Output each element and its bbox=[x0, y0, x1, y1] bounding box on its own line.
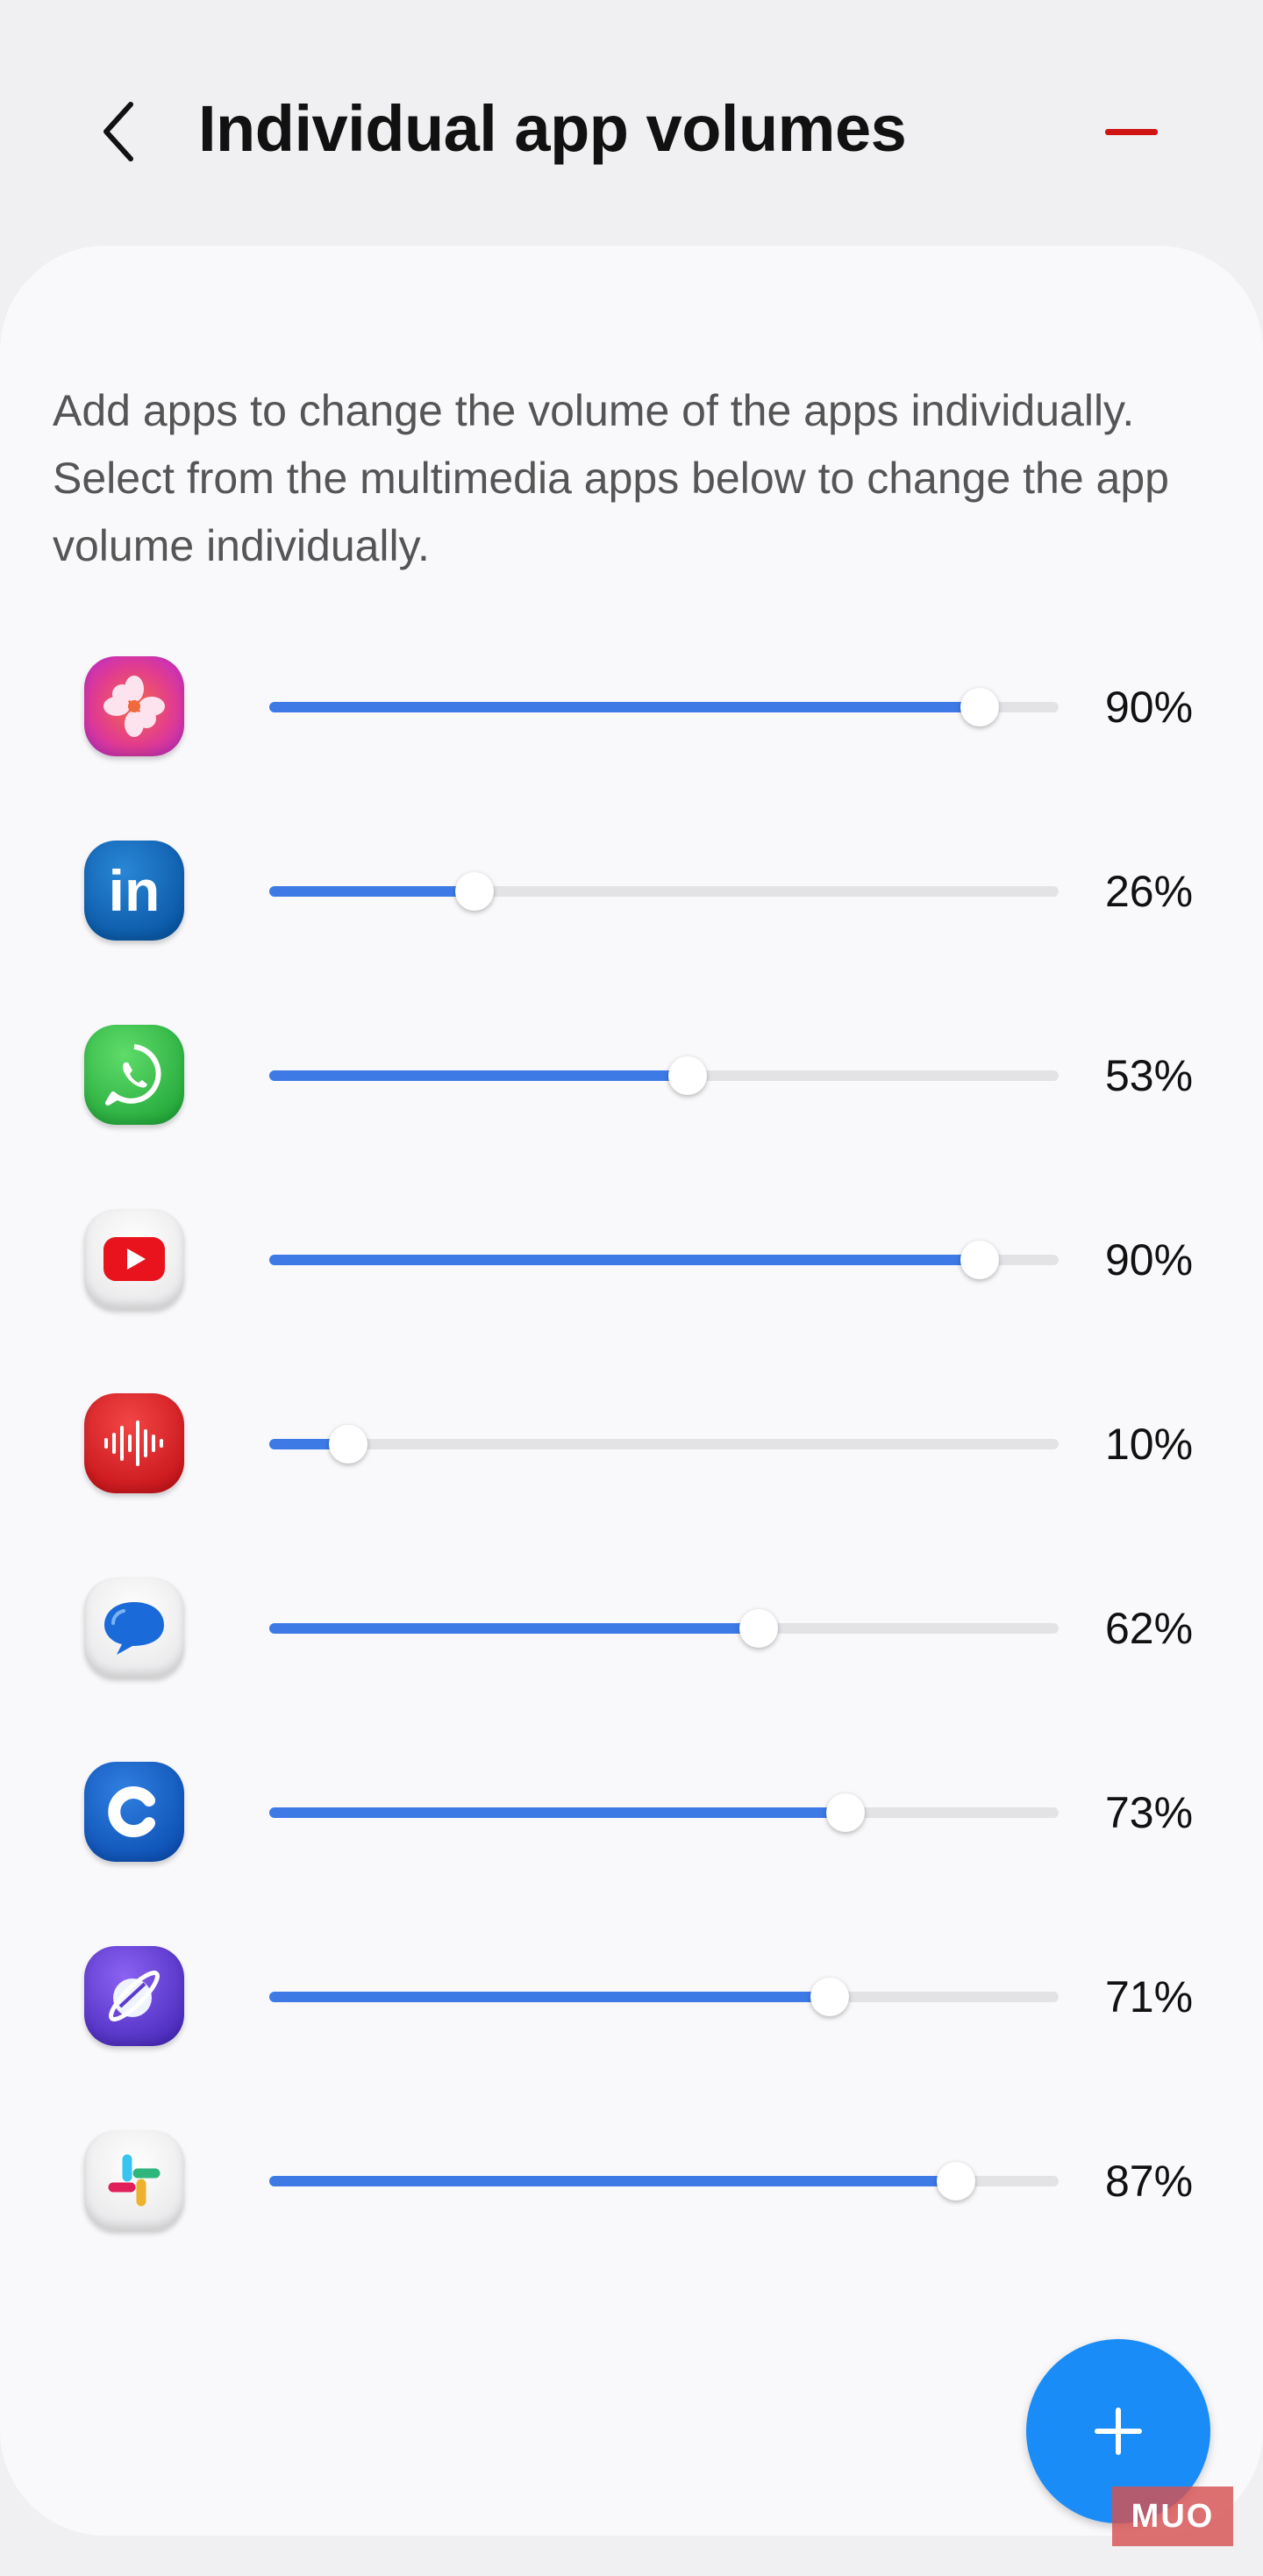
slider-thumb[interactable] bbox=[960, 1241, 999, 1279]
minus-icon bbox=[1105, 128, 1158, 135]
slider-fill bbox=[269, 1255, 980, 1265]
app-row: 90% bbox=[0, 627, 1263, 785]
slider-thumb[interactable] bbox=[455, 872, 494, 911]
slider-thumb[interactable] bbox=[937, 2162, 975, 2200]
volume-percent: 62% bbox=[1105, 1604, 1194, 1653]
slider-fill bbox=[269, 886, 475, 897]
app-row: 53% bbox=[0, 996, 1263, 1154]
slider-fill bbox=[269, 1807, 846, 1818]
volume-percent: 10% bbox=[1105, 1420, 1194, 1469]
watermark-logo: MUO bbox=[1112, 2487, 1233, 2546]
linkedin-icon: in bbox=[84, 841, 184, 941]
volume-percent: 26% bbox=[1105, 867, 1194, 916]
slider-thumb[interactable] bbox=[668, 1056, 707, 1095]
volume-percent: 73% bbox=[1105, 1788, 1194, 1837]
plus-icon bbox=[1095, 2408, 1142, 2455]
volume-slider[interactable] bbox=[269, 1978, 1059, 2016]
app-row: 71% bbox=[0, 1917, 1263, 2075]
app-row: 73% bbox=[0, 1733, 1263, 1891]
back-button[interactable] bbox=[83, 88, 153, 175]
app-row: 62% bbox=[0, 1549, 1263, 1707]
volume-percent: 90% bbox=[1105, 1235, 1194, 1284]
volume-slider[interactable] bbox=[269, 1056, 1059, 1095]
app-row: 10% bbox=[0, 1364, 1263, 1522]
samsung-internet-icon bbox=[84, 1946, 184, 2046]
app-row: in 26% bbox=[0, 812, 1263, 970]
gallery-flower-icon bbox=[84, 656, 184, 756]
slider-thumb[interactable] bbox=[826, 1793, 865, 1832]
app-row: 87% bbox=[0, 2101, 1263, 2259]
volume-slider[interactable] bbox=[269, 2162, 1059, 2200]
slider-thumb[interactable] bbox=[329, 1425, 367, 1463]
header: Individual app volumes bbox=[0, 0, 1263, 246]
volume-percent: 53% bbox=[1105, 1051, 1194, 1100]
c-app-icon bbox=[84, 1762, 184, 1862]
volume-slider[interactable] bbox=[269, 1241, 1059, 1279]
slider-thumb[interactable] bbox=[960, 688, 999, 726]
slider-thumb[interactable] bbox=[739, 1609, 778, 1648]
messages-icon bbox=[84, 1578, 184, 1678]
slider-fill bbox=[269, 1992, 830, 2002]
page-title: Individual app volumes bbox=[198, 92, 907, 165]
volume-slider[interactable] bbox=[269, 872, 1059, 911]
volume-percent: 90% bbox=[1105, 683, 1194, 732]
voice-recorder-icon bbox=[84, 1393, 184, 1493]
whatsapp-icon bbox=[84, 1025, 184, 1125]
slack-icon bbox=[84, 2130, 184, 2230]
volume-slider[interactable] bbox=[269, 1425, 1059, 1463]
volume-percent: 71% bbox=[1105, 1972, 1194, 2021]
slider-fill bbox=[269, 1623, 759, 1634]
volume-slider[interactable] bbox=[269, 1793, 1059, 1832]
app-row: 90% bbox=[0, 1180, 1263, 1338]
description-text: Add apps to change the volume of the app… bbox=[53, 386, 1169, 570]
slider-thumb[interactable] bbox=[810, 1978, 849, 2016]
slider-fill bbox=[269, 1070, 688, 1081]
chevron-left-icon bbox=[103, 102, 133, 161]
slider-fill bbox=[269, 2176, 956, 2186]
volume-percent: 87% bbox=[1105, 2157, 1194, 2206]
volume-slider[interactable] bbox=[269, 688, 1059, 726]
remove-button[interactable] bbox=[1096, 97, 1167, 167]
slider-fill bbox=[269, 702, 980, 712]
volume-slider[interactable] bbox=[269, 1609, 1059, 1648]
youtube-icon bbox=[84, 1209, 184, 1309]
